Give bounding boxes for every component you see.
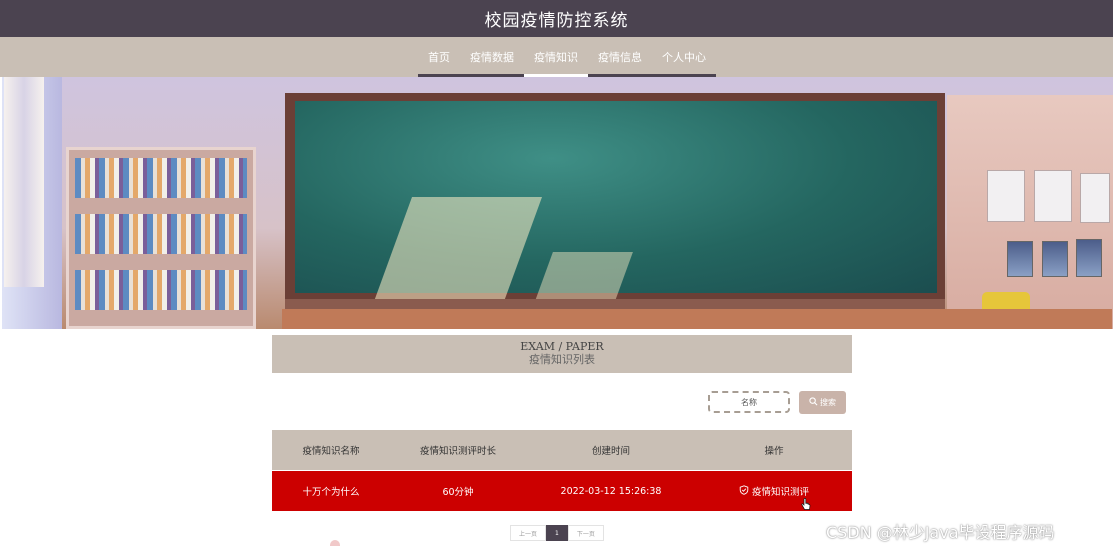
banner-poster [1080, 173, 1110, 223]
watermark-text: CSDN @林少Java毕设程序源码 [826, 523, 1055, 542]
search-button[interactable]: 搜索 [799, 391, 846, 414]
table-row[interactable]: 十万个为什么 60分钟 2022-03-12 15:26:38 疫情知识测评 [272, 471, 852, 511]
banner-picture [1007, 241, 1033, 277]
shield-check-icon [739, 484, 749, 498]
pagination-next[interactable]: 下一页 [567, 525, 604, 541]
table-cell-duration: 60分钟 [442, 487, 474, 498]
banner-picture [1076, 239, 1102, 277]
pagination-page-1[interactable]: 1 [546, 525, 568, 541]
table-header-duration: 疫情知识测评时长 [419, 446, 496, 457]
nav-item-epidemic-data[interactable]: 疫情数据 [460, 37, 524, 77]
table-header-name: 疫情知识名称 [302, 446, 360, 457]
banner-shelf-row [75, 214, 247, 254]
search-icon [809, 397, 818, 408]
app-header: 校园疫情防控系统 [0, 0, 1113, 37]
hand-cursor-icon [801, 498, 811, 514]
table-cell-name: 十万个为什么 [302, 487, 360, 498]
nav-item-epidemic-knowledge[interactable]: 疫情知识 [524, 37, 610, 83]
table-header-action: 操作 [764, 446, 784, 457]
decorative-shape [330, 540, 340, 546]
section-title-cn: 疫情知识列表 [529, 353, 595, 366]
search-input[interactable] [708, 391, 790, 413]
pagination: 上一页 1 下一页 [510, 525, 604, 541]
banner-curtain [4, 77, 44, 287]
top-nav: 首页 疫情数据 疫情知识 疫情信息 个人中心 [0, 37, 1113, 83]
search-button-label: 搜索 [820, 398, 836, 407]
banner-image [2, 77, 1113, 329]
banner-shelf-row [75, 158, 247, 198]
nav-items: 首页 疫情数据 疫情知识 疫情信息 个人中心 [418, 37, 716, 83]
nav-item-epidemic-info[interactable]: 疫情信息 [588, 37, 652, 77]
table-header: 疫情知识名称 疫情知识测评时长 创建时间 操作 [272, 430, 852, 470]
table-cell-action: 疫情知识测评 [696, 484, 852, 510]
section-title: EXAM / PAPER 疫情知识列表 [272, 335, 852, 373]
banner-poster [987, 170, 1025, 222]
nav-item-home[interactable]: 首页 [418, 37, 460, 77]
banner-cabinet [282, 309, 1112, 329]
banner-chalk-tray [285, 299, 945, 309]
table-header-created: 创建时间 [591, 446, 630, 457]
banner-picture [1042, 241, 1068, 277]
banner-poster [1034, 170, 1072, 222]
banner-bookshelf [66, 147, 256, 329]
section-title-en: EXAM / PAPER [520, 340, 604, 353]
table-cell-created: 2022-03-12 15:26:38 [560, 485, 662, 497]
banner-shelf-row [75, 270, 247, 310]
knowledge-table: 疫情知识名称 疫情知识测评时长 创建时间 操作 十万个为什么 60分钟 2022… [272, 430, 852, 511]
assessment-link-label: 疫情知识测评 [751, 487, 809, 498]
assessment-link[interactable]: 疫情知识测评 [739, 484, 809, 498]
pagination-prev[interactable]: 上一页 [510, 525, 547, 541]
nav-item-personal-center[interactable]: 个人中心 [652, 37, 716, 77]
app-title: 校园疫情防控系统 [484, 11, 629, 31]
